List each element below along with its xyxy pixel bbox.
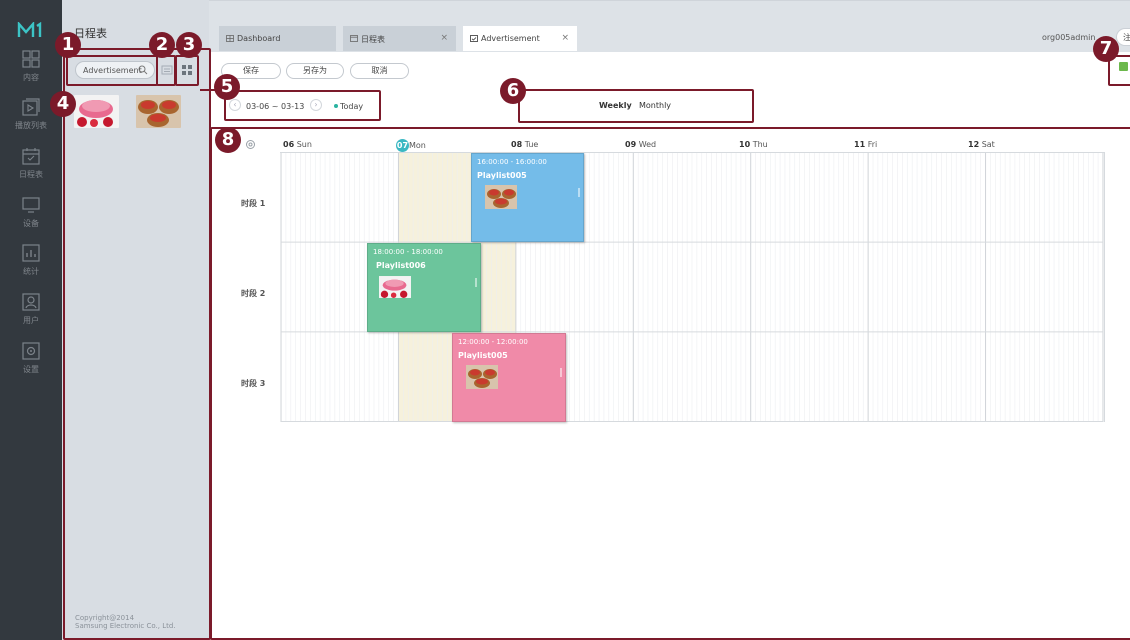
playlist-icon xyxy=(22,98,40,116)
annotation-box xyxy=(224,90,381,121)
nav-label: 播放列表 xyxy=(15,121,47,130)
close-icon[interactable]: × xyxy=(440,33,448,43)
grid-icon xyxy=(22,50,40,68)
nav-item-schedule[interactable]: 日程表 xyxy=(0,147,62,180)
annotation-marker: 6 xyxy=(500,78,526,104)
save-as-button[interactable]: 另存为 xyxy=(286,63,344,79)
nav-item-statistics[interactable]: 统计 xyxy=(0,244,62,277)
tab-label: Advertisement xyxy=(481,34,540,43)
annotation-marker: 5 xyxy=(214,74,240,100)
calendar-icon xyxy=(22,148,40,165)
nav-label: 内容 xyxy=(23,73,39,82)
annotation-marker: 1 xyxy=(55,32,81,58)
app-logo xyxy=(17,22,42,37)
nav-label: 用户 xyxy=(23,316,39,325)
nav-item-user[interactable]: 用户 xyxy=(0,293,62,326)
chart-icon xyxy=(22,244,40,262)
nav-label: 日程表 xyxy=(19,170,43,179)
annotation-box xyxy=(210,127,1130,640)
annotation-marker: 8 xyxy=(215,127,241,153)
tab-dashboard[interactable]: Dashboard xyxy=(219,26,336,51)
nav-label: 设备 xyxy=(23,219,39,228)
nav-label: 统计 xyxy=(23,267,39,276)
tab-bar: Dashboard 日程表 × Advertisement × org005ad… xyxy=(209,0,1130,52)
calendar-check-icon xyxy=(470,35,478,42)
nav-item-content[interactable]: 内容 xyxy=(0,50,62,83)
monitor-icon xyxy=(22,197,40,213)
tab-label: Dashboard xyxy=(237,34,281,43)
tab-schedule[interactable]: 日程表 × xyxy=(343,26,456,51)
cancel-button[interactable]: 取消 xyxy=(350,63,409,79)
close-icon[interactable]: × xyxy=(561,33,569,43)
nav-label: 设置 xyxy=(23,365,39,374)
annotation-box xyxy=(518,89,754,123)
annotation-marker: 2 xyxy=(149,32,175,58)
annotation-marker: 3 xyxy=(176,32,202,58)
tab-label: 日程表 xyxy=(361,35,385,44)
settings-icon xyxy=(22,342,40,360)
tab-advertisement[interactable]: Advertisement × xyxy=(463,26,577,51)
annotation-marker: 4 xyxy=(50,91,76,117)
username: org005admin xyxy=(1042,33,1096,42)
user-icon xyxy=(22,293,40,311)
calendar-icon xyxy=(350,35,358,42)
nav-item-settings[interactable]: 设置 xyxy=(0,342,62,375)
dashboard-icon xyxy=(226,35,234,42)
nav-item-device[interactable]: 设备 xyxy=(0,196,62,229)
annotation-marker: 7 xyxy=(1093,36,1119,62)
annotation-box xyxy=(63,48,211,640)
